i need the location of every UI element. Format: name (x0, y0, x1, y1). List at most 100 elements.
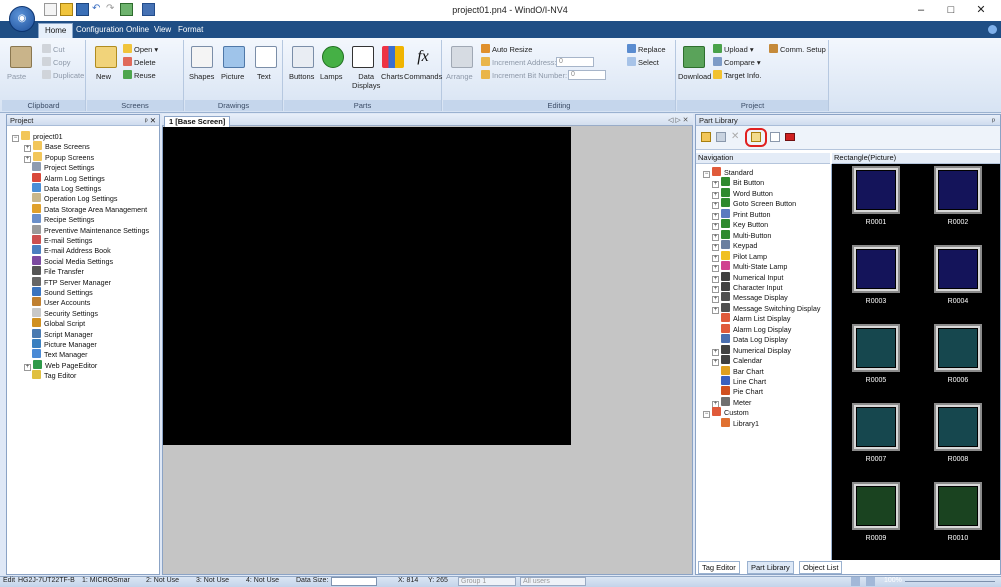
redo-icon[interactable]: ↷ (106, 3, 119, 16)
buttons-button[interactable]: Buttons (289, 72, 314, 81)
project-tree-item[interactable]: E-mail Address Book (32, 245, 111, 256)
project-tree-item[interactable]: Data Log Settings (32, 183, 101, 194)
tag-editor-tab[interactable]: Tag Editor (698, 561, 740, 574)
part-thumbnail[interactable]: R0007 (843, 403, 909, 463)
project-tree-item[interactable]: Picture Manager (32, 339, 97, 350)
nav-tree-item[interactable]: Data Log Display (712, 334, 788, 345)
project-tree-item[interactable]: Social Media Settings (32, 255, 113, 267)
shapes-button[interactable]: Shapes (189, 72, 214, 81)
object-list-tab[interactable]: Object List (799, 561, 843, 574)
project-tree-item[interactable]: Global Script (32, 318, 85, 329)
nav-tree-item[interactable]: − Custom (703, 407, 749, 419)
part-thumbnail[interactable]: R0010 (925, 482, 991, 542)
project-tree-item[interactable]: Preventive Maintenance Settings (32, 224, 149, 236)
project-tree-item[interactable]: + Popup Screens (24, 151, 94, 163)
nav-tree-item[interactable]: Pie Chart (712, 386, 763, 397)
project-tree-item[interactable]: Script Manager (32, 328, 93, 340)
project-tree-item[interactable]: + Web PageEditor (24, 359, 97, 371)
editor-tab-nav[interactable]: ◁ ▷ ✕ (668, 116, 689, 124)
project-tree-item[interactable]: Alarm Log Settings (32, 172, 105, 184)
download-button[interactable]: Download (678, 72, 711, 81)
reuse-screen-button[interactable]: Reuse (123, 70, 156, 80)
part-thumbnail[interactable]: R0001 (843, 166, 909, 226)
paste-button[interactable]: Paste (7, 72, 26, 81)
nav-tree-item[interactable]: Bar Chart (712, 365, 764, 377)
nav-tree-item[interactable]: + Goto Screen Button (712, 198, 796, 210)
nav-tree-item[interactable]: Alarm Log Display (712, 323, 791, 335)
text-button[interactable]: Text (257, 72, 271, 81)
expand-icon[interactable]: − (703, 411, 710, 419)
duplicate-button[interactable]: Duplicate (42, 70, 84, 80)
nav-tree-item[interactable]: Alarm List Display (712, 313, 791, 324)
normal-view-icon[interactable] (851, 577, 860, 586)
part-thumbnail[interactable]: R0005 (843, 324, 909, 384)
charts-button[interactable]: Charts (381, 72, 403, 81)
project-tree-item[interactable]: Operation Log Settings (32, 193, 118, 204)
minimize-button[interactable]: – (906, 2, 936, 19)
project-tree-item[interactable]: − project01 (12, 131, 63, 142)
save-icon[interactable] (76, 3, 89, 16)
expand-icon[interactable]: + (24, 155, 31, 163)
project-tree-item[interactable]: User Accounts (32, 297, 90, 308)
grid-view-icon[interactable] (866, 577, 875, 586)
nav-tree-item[interactable]: + Print Button (712, 208, 771, 220)
project-tree-item[interactable]: Sound Settings (32, 287, 93, 298)
nav-tree-item[interactable]: + Multi-Button (712, 229, 771, 241)
copy-button[interactable]: Copy (42, 57, 71, 67)
tab-home[interactable]: Home (38, 23, 74, 38)
nav-tree-item[interactable]: + Bit Button (712, 177, 764, 189)
project-tree-item[interactable]: Security Settings (32, 307, 98, 319)
maximize-button[interactable]: □ (936, 2, 966, 19)
lamps-button[interactable]: Lamps (320, 72, 343, 81)
tab-base-screen-1[interactable]: 1 [Base Screen] (164, 116, 231, 127)
library-import-icon[interactable] (751, 132, 761, 142)
arrange-button[interactable]: Arrange (446, 72, 473, 81)
part-library-pin[interactable]: ᵖ (992, 115, 1000, 126)
part-thumbnail[interactable]: R0004 (925, 245, 991, 305)
base-screen-canvas[interactable] (163, 127, 571, 445)
part-thumbnail[interactable]: R0009 (843, 482, 909, 542)
new-screen-button[interactable]: New (96, 72, 111, 81)
expand-icon[interactable]: − (703, 171, 710, 178)
nav-tree-item[interactable]: + Pilot Lamp (712, 250, 767, 262)
project-tree-item[interactable]: E-mail Settings (32, 235, 92, 246)
undo-icon[interactable]: ↶ (92, 3, 105, 16)
part-library-tab[interactable]: Part Library (747, 561, 794, 574)
nav-tree-item[interactable]: + Message Display (712, 292, 788, 304)
project-tree-item[interactable]: Text Manager (32, 349, 88, 360)
part-thumbnail[interactable]: R0002 (925, 166, 991, 226)
simulation-icon[interactable] (142, 3, 155, 16)
cut-button[interactable]: Cut (42, 44, 65, 54)
select-button[interactable]: Select (627, 57, 659, 67)
picture-button[interactable]: Picture (221, 72, 244, 81)
part-thumbnail[interactable]: R0006 (925, 324, 991, 384)
library-delete-icon[interactable]: ✕ (731, 132, 741, 142)
project-tree-item[interactable]: FTP Server Manager (32, 276, 111, 288)
auto-resize-button[interactable]: Auto Resize (481, 44, 532, 54)
open-folder-icon[interactable] (60, 3, 73, 16)
nav-tree-item[interactable]: Line Chart (712, 376, 766, 387)
nav-tree-item[interactable]: + Meter (712, 396, 751, 408)
nav-tree-item[interactable]: + Word Button (712, 187, 773, 199)
library-window-icon[interactable] (716, 132, 726, 142)
project-tree-item[interactable]: Tag Editor (32, 370, 76, 381)
nav-tree-item[interactable]: + Message Switching Display (712, 302, 821, 314)
increment-address-input[interactable]: 0 (556, 57, 594, 67)
expand-icon[interactable]: + (24, 363, 31, 371)
application-menu-button[interactable]: ◉ (9, 6, 35, 32)
nav-tree-item[interactable]: + Calendar (712, 355, 762, 367)
upload-button[interactable]: Upload ▾ (713, 44, 754, 54)
nav-tree-item[interactable]: − Standard (703, 167, 753, 178)
project-tree-item[interactable]: + Base Screens (24, 141, 90, 153)
delete-screen-button[interactable]: Delete (123, 57, 156, 67)
data-displays-button[interactable]: Data Displays (352, 72, 380, 90)
expand-icon[interactable]: − (12, 135, 19, 142)
zoom-slider[interactable] (905, 581, 995, 582)
project-tree-item[interactable]: Recipe Settings (32, 214, 94, 225)
preview-icon[interactable] (120, 3, 133, 16)
compare-button[interactable]: Compare ▾ (713, 57, 761, 67)
target-info-button[interactable]: Target Info. (713, 70, 762, 80)
tab-format[interactable]: Format (172, 23, 209, 38)
nav-tree-item[interactable]: + Numerical Input (712, 271, 783, 283)
users-select[interactable]: All users (520, 577, 586, 586)
